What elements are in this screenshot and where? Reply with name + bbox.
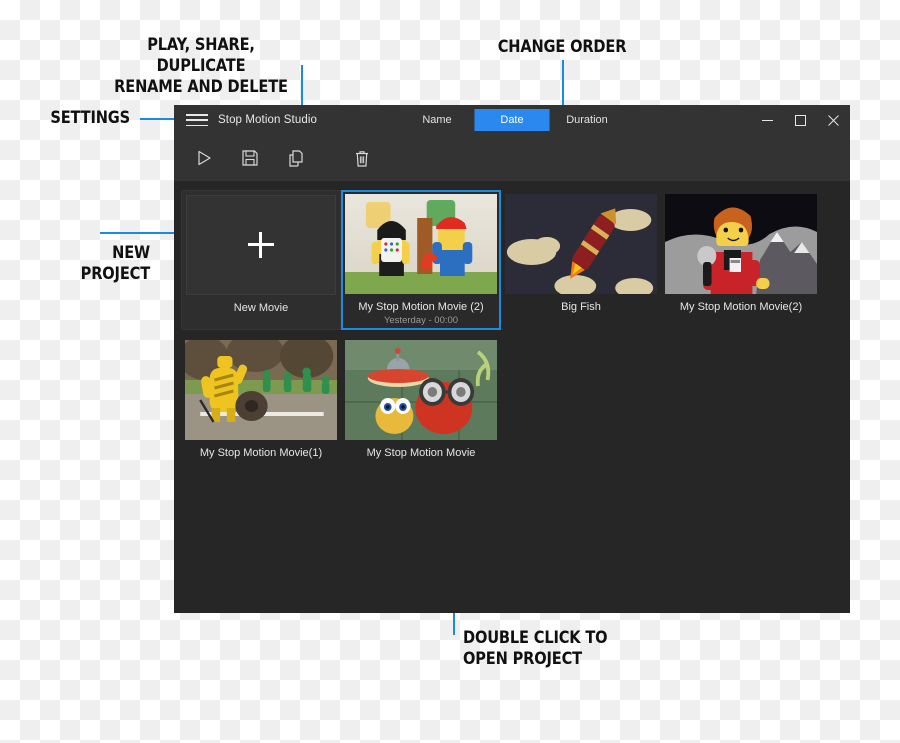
- app-title: Stop Motion Studio: [218, 114, 317, 126]
- sort-tab-date[interactable]: Date: [474, 109, 550, 131]
- project-thumbnail: [505, 194, 657, 294]
- project-card-label: My Stop Motion Movie(2): [679, 301, 803, 313]
- project-thumbnail: [345, 340, 497, 440]
- hamburger-icon[interactable]: [186, 112, 208, 128]
- minimize-icon[interactable]: [751, 105, 784, 135]
- page-root: SETTINGS PLAY, SHARE, DUPLICATE RENAME A…: [0, 0, 900, 743]
- trash-icon[interactable]: [348, 144, 376, 172]
- project-card-big-fish[interactable]: Big Fish: [501, 190, 661, 330]
- leader-change-order: [562, 60, 564, 111]
- project-card-new-movie[interactable]: New Movie: [181, 190, 341, 330]
- close-icon[interactable]: [817, 105, 850, 135]
- save-icon[interactable]: [236, 144, 264, 172]
- toolbar: [174, 135, 850, 181]
- project-card-subtitle: Yesterday - 00:00: [383, 315, 459, 326]
- project-card-my-stop-motion-movie-2-selected[interactable]: My Stop Motion Movie (2) Yesterday - 00:…: [341, 190, 501, 330]
- title-bar: Stop Motion Studio Name Date Duration: [174, 105, 850, 135]
- window-controls: [751, 105, 850, 135]
- sort-tab-duration[interactable]: Duration: [550, 109, 625, 131]
- play-icon[interactable]: [190, 144, 218, 172]
- project-card-label: My Stop Motion Movie (2): [358, 301, 484, 313]
- project-thumbnail: [345, 194, 497, 294]
- plus-icon: [248, 232, 274, 258]
- annotation-double-click: DOUBLE CLICK TO OPEN PROJECT: [463, 628, 608, 669]
- sort-tab-name[interactable]: Name: [400, 109, 475, 131]
- project-card-my-stop-motion-movie-1[interactable]: My Stop Motion Movie(1): [181, 336, 341, 463]
- sort-tabs: Name Date Duration: [400, 109, 625, 131]
- annotation-change-order: CHANGE ORDER: [497, 37, 627, 57]
- project-card-my-stop-motion-movie[interactable]: My Stop Motion Movie: [341, 336, 501, 463]
- project-card-my-stop-motion-movie-2[interactable]: My Stop Motion Movie(2): [661, 190, 821, 330]
- project-thumbnail: [185, 340, 337, 440]
- project-card-label: My Stop Motion Movie(1): [199, 447, 323, 459]
- annotation-settings: SETTINGS: [50, 108, 130, 128]
- project-card-label: Big Fish: [561, 301, 601, 313]
- app-window: Stop Motion Studio Name Date Duration Ne…: [174, 105, 850, 613]
- copy-icon[interactable]: [282, 144, 310, 172]
- project-area: New Movie My Stop Motion Movie (2) Yeste…: [174, 181, 850, 613]
- annotation-play-share: PLAY, SHARE, DUPLICATE RENAME AND DELETE: [114, 35, 288, 97]
- annotation-new-project: NEW PROJECT: [80, 243, 151, 284]
- project-card-label: New Movie: [233, 302, 289, 314]
- project-card-label: My Stop Motion Movie: [366, 447, 476, 459]
- leader-settings: [140, 118, 174, 120]
- new-movie-thumbnail: [186, 195, 336, 295]
- project-thumbnail: [665, 194, 817, 294]
- maximize-icon[interactable]: [784, 105, 817, 135]
- project-grid: New Movie My Stop Motion Movie (2) Yeste…: [181, 190, 850, 469]
